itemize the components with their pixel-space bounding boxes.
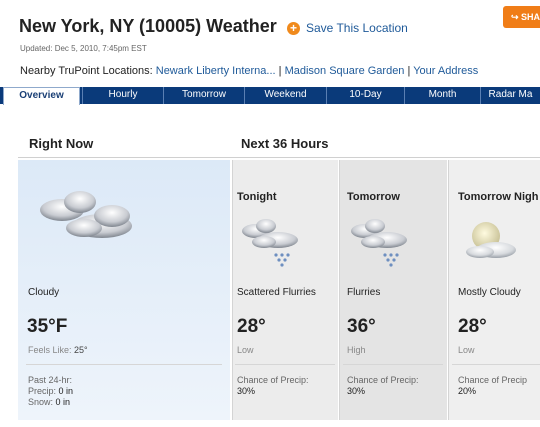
forecast-tonight[interactable]: Tonight Scattered Flurries 28° Low Chanc… <box>232 160 338 420</box>
nearby-locations: Nearby TruPoint Locations: Newark Libert… <box>20 65 478 77</box>
forecast-period: Tonight <box>237 191 277 203</box>
past-24hr-summary: Past 24-hr: Precip: 0 in Snow: 0 in <box>28 375 73 408</box>
forecast-tomorrow[interactable]: Tomorrow Flurries 36° High Chance of Pre… <box>339 160 447 420</box>
forecast-condition: Scattered Flurries <box>237 287 316 298</box>
precip-chance-label: Chance of Precip <box>458 375 528 385</box>
nearby-label: Nearby TruPoint Locations: <box>20 65 153 77</box>
divider <box>26 364 222 365</box>
divider <box>343 364 443 365</box>
forecast-condition: Mostly Cloudy <box>458 287 521 298</box>
tab-10-day[interactable]: 10-Day <box>326 87 404 104</box>
forecast-temp: 28° <box>237 316 266 337</box>
share-label: SHA <box>521 12 540 22</box>
forecast-period: Tomorrow Nigh <box>458 191 539 203</box>
section-divider <box>18 157 540 158</box>
snow-value: 0 in <box>55 397 71 407</box>
next-36-hours-heading: Next 36 Hours <box>241 136 329 151</box>
forecast-temp: 28° <box>458 316 487 337</box>
forecast-temp: 36° <box>347 316 376 337</box>
plus-icon: + <box>287 21 300 35</box>
save-location-button[interactable]: + Save This Location <box>287 21 408 35</box>
current-condition: Cloudy <box>28 287 60 298</box>
column-divider <box>232 160 233 420</box>
page-title: New York, NY (10005) Weather <box>19 16 277 36</box>
tab-bar: Overview Hourly Tomorrow Weekend 10-Day … <box>0 87 540 105</box>
share-button[interactable]: ↪ SHA <box>503 6 540 28</box>
precip-chance-label: Chance of Precip: <box>347 375 419 385</box>
updated-timestamp: Updated: Dec 5, 2010, 7:45pm EST <box>20 44 147 53</box>
tab-radar-maps[interactable]: Radar Ma <box>480 87 540 104</box>
tab-hourly[interactable]: Hourly <box>82 87 163 104</box>
precip-chance-label: Chance of Precip: <box>237 375 309 385</box>
divider <box>452 364 540 365</box>
page-header: New York, NY (10005) Weather + Save This… <box>0 0 540 88</box>
precip-label: Precip: <box>28 386 57 396</box>
tab-weekend[interactable]: Weekend <box>244 87 326 104</box>
feels-like-label: Feels Like: <box>28 345 72 355</box>
forecast-tomorrow-night[interactable]: Tomorrow Nigh Mostly Cloudy 28° Low Chan… <box>448 160 540 420</box>
feels-like: Feels Like: 25° <box>28 345 88 355</box>
precip-chance-value: 30% <box>347 386 366 396</box>
right-now-panel: Cloudy 35°F Feels Like: 25° Past 24-hr: … <box>18 160 230 420</box>
share-icon: ↪ <box>511 12 522 22</box>
nearby-link-your-address[interactable]: Your Address <box>413 65 478 77</box>
nearby-link-msg[interactable]: Madison Square Garden <box>285 65 405 77</box>
forecast-precip: Chance of Precip: 30% <box>237 375 309 397</box>
mostly-cloudy-night-icon <box>466 222 516 258</box>
nearby-link-newark[interactable]: Newark Liberty Interna... <box>156 65 276 77</box>
past-24hr-label: Past 24-hr: <box>28 375 73 385</box>
tab-tomorrow[interactable]: Tomorrow <box>163 87 244 104</box>
precip-chance-value: 20% <box>458 386 477 396</box>
tab-month[interactable]: Month <box>404 87 480 104</box>
snow-label: Snow: <box>28 397 54 407</box>
precip-chance-value: 30% <box>237 386 256 396</box>
cloudy-icon <box>40 191 132 238</box>
snow-flurries-icon <box>242 219 298 267</box>
divider <box>235 364 335 365</box>
forecast-condition: Flurries <box>347 287 381 298</box>
feels-like-value: 25° <box>74 345 88 355</box>
snow-flurries-icon <box>351 219 407 267</box>
tab-overview[interactable]: Overview <box>3 87 80 105</box>
current-temp: 35°F <box>27 316 68 337</box>
forecast-period: Tomorrow <box>347 191 400 203</box>
column-divider <box>339 160 340 420</box>
forecast-temp-label: Low <box>237 345 254 355</box>
separator: | <box>278 65 282 77</box>
forecast-precip: Chance of Precip 20% <box>458 375 527 397</box>
save-location-label: Save This Location <box>306 21 408 35</box>
forecast-temp-label: Low <box>458 345 475 355</box>
forecast-precip: Chance of Precip: 30% <box>347 375 419 397</box>
column-divider <box>448 160 449 420</box>
precip-value: 0 in <box>58 386 74 396</box>
forecast-temp-label: High <box>347 345 366 355</box>
right-now-heading: Right Now <box>29 136 94 151</box>
separator: | <box>407 65 411 77</box>
